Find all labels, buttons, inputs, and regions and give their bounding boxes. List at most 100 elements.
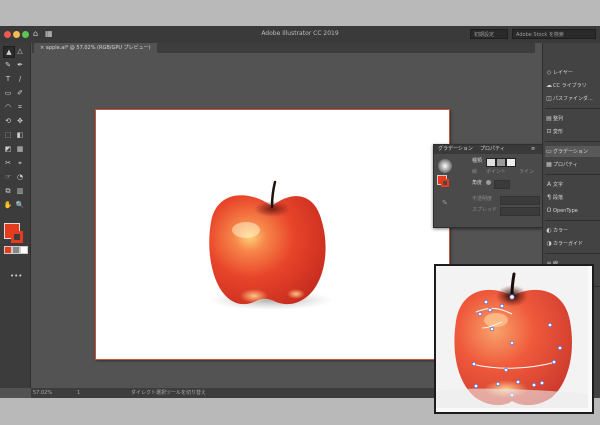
title-bar: ⌂ ▦ Adobe Illustrator CC 2019 初期設定 Adobe… xyxy=(0,26,600,43)
panel-icon: ⊡ xyxy=(546,128,552,135)
apple-mesh-closeup xyxy=(436,266,588,408)
panel-item[interactable]: ◫パスファインダ... xyxy=(545,93,600,104)
stock-search-input[interactable]: Adobe Stock を検索 xyxy=(512,29,596,39)
apple-bottom-highlight-left xyxy=(240,289,268,303)
tool-button[interactable]: ▥ xyxy=(15,186,25,196)
tool-button[interactable]: / xyxy=(15,74,25,84)
tool-button[interactable]: ⟲ xyxy=(3,116,13,126)
panel-icon: ◇ xyxy=(546,69,552,76)
tool-button[interactable]: ⌖ xyxy=(15,158,25,168)
none-mode-button[interactable] xyxy=(20,246,28,254)
angle-label: 角度 xyxy=(472,180,483,186)
workspace-switcher[interactable]: 初期設定 xyxy=(470,29,508,39)
panel-divider xyxy=(545,141,600,142)
location-label: スプレッド xyxy=(472,207,498,213)
tool-button[interactable]: ◧ xyxy=(15,130,25,140)
gradient-type-label: 種類 xyxy=(472,158,483,164)
panel-item-label: グラデーション xyxy=(553,149,588,155)
close-tab-icon[interactable]: × xyxy=(40,45,44,51)
freeform-gradient-button[interactable] xyxy=(506,158,516,167)
angle-dial-icon[interactable] xyxy=(486,180,491,185)
tool-button[interactable]: ✐ xyxy=(15,88,25,98)
panel-item-label: カラー xyxy=(553,228,569,234)
panel-item[interactable]: ◐カラー xyxy=(545,225,600,236)
opacity-label: 不透明度 xyxy=(472,196,493,202)
line-option[interactable]: ライン xyxy=(519,169,534,176)
panel-item-label: カラーガイド xyxy=(553,241,584,247)
panel-divider xyxy=(545,220,600,221)
panel-item-label: OpenType xyxy=(553,208,578,214)
panel-divider xyxy=(545,253,600,254)
document-tab[interactable]: × apple.ai* @ 57.02% (RGB/GPU プレビュー) xyxy=(34,43,157,53)
panel-item[interactable]: ▤整列 xyxy=(545,113,600,124)
document-tab-label: apple.ai* @ 57.02% (RGB/GPU プレビュー) xyxy=(45,45,151,51)
tool-button[interactable]: △ xyxy=(15,46,25,56)
tool-button[interactable]: 🔍 xyxy=(15,200,25,210)
tab-gradient[interactable]: グラデーション xyxy=(438,145,473,154)
tool-button[interactable]: ▦ xyxy=(15,144,25,154)
tool-button[interactable]: ▭ xyxy=(3,88,13,98)
toolbar: ••• ▲ △ ✎ ✒ T / ▭ ✐ ◠ ⌗ ⟲ ✥ ⬚ ◧ ◩ ▦ ✂ ⌖ ☞ ◔ ⧉ ▥ ✋ 🔍 xyxy=(0,43,31,388)
panel-item[interactable]: ▦プロパティ xyxy=(545,159,600,170)
fill-stroke-indicator[interactable] xyxy=(437,175,449,187)
tool-button[interactable]: ✒ xyxy=(15,60,25,70)
panel-icon: ▦ xyxy=(546,161,552,168)
status-tool-hint: ダイレクト選択ツールを切り替え xyxy=(131,390,207,396)
opacity-field[interactable] xyxy=(500,196,540,205)
tool-button[interactable]: ◔ xyxy=(15,172,25,182)
tab-properties[interactable]: プロパティ xyxy=(480,145,505,154)
gradient-preview-swatch[interactable] xyxy=(438,159,452,173)
more-tools-icon[interactable]: ••• xyxy=(10,271,22,281)
panel-icon: ▭ xyxy=(546,148,552,155)
panel-item[interactable]: ◇ レイヤー xyxy=(545,67,600,78)
panel-item[interactable]: ◑カラーガイド xyxy=(545,238,600,249)
tool-button[interactable]: ⧉ xyxy=(3,186,13,196)
panel-icon: ◑ xyxy=(546,240,552,247)
panel-item[interactable]: O OpenType xyxy=(545,205,600,216)
gradient-stroke-label: 線 xyxy=(472,169,478,175)
tool-button[interactable]: ▲ xyxy=(3,46,15,58)
panel-item[interactable]: ¶ 段落 xyxy=(545,192,600,203)
angle-field[interactable] xyxy=(494,180,510,189)
panel-menu-icon[interactable]: ≡ xyxy=(531,145,535,154)
tool-button[interactable]: ⬚ xyxy=(3,130,13,140)
artboard-number[interactable]: 1 xyxy=(77,388,80,398)
gradient-panel-tabs: グラデーション プロパティ ≡ xyxy=(434,145,542,154)
panel-item-label: 段落 xyxy=(553,195,564,201)
tool-button[interactable]: ☞ xyxy=(3,172,13,182)
eyedropper-icon[interactable]: ✎ xyxy=(442,199,448,207)
tool-button[interactable]: ◩ xyxy=(3,144,13,154)
gradient-mesh-inset xyxy=(434,264,594,414)
apple-bottom-highlight-right xyxy=(287,289,305,299)
radial-gradient-button[interactable] xyxy=(496,158,506,167)
location-field[interactable] xyxy=(500,207,540,216)
gradient-mode-button[interactable] xyxy=(12,246,20,254)
tool-button[interactable]: ✥ xyxy=(15,116,25,126)
tool-button[interactable]: ✂ xyxy=(3,158,13,168)
panel-item[interactable]: ☁CC ライブラリ xyxy=(545,80,600,91)
artboard[interactable] xyxy=(95,109,450,360)
panel-icon: ▤ xyxy=(546,115,552,122)
color-mode-button[interactable] xyxy=(4,246,12,254)
linear-gradient-button[interactable] xyxy=(486,158,496,167)
panel-icon: ☁ xyxy=(546,82,552,89)
tool-button[interactable]: ⌗ xyxy=(15,102,25,112)
document-tab-bar: × apple.ai* @ 57.02% (RGB/GPU プレビュー) xyxy=(32,43,535,53)
gradient-panel: グラデーション プロパティ ≡ 種類 線 ポイント ライン 角度 ✎ 不透明度 … xyxy=(433,144,543,228)
window-title: Adobe Illustrator CC 2019 xyxy=(261,30,339,37)
stroke-swatch[interactable] xyxy=(11,231,23,243)
tool-button[interactable]: ✎ xyxy=(3,60,13,70)
panel-icon: ◫ xyxy=(546,95,552,102)
panel-item-label: パスファインダ... xyxy=(553,96,593,102)
apple-artwork[interactable] xyxy=(96,110,449,359)
tool-button[interactable]: T xyxy=(3,74,13,84)
panel-item-label: 文字 xyxy=(553,182,564,188)
panel-item[interactable]: ▭グラデーション xyxy=(545,146,600,157)
panel-item-label: レイヤー xyxy=(553,70,573,76)
panel-item[interactable]: ⊡変形 xyxy=(545,126,600,137)
panel-item[interactable]: A 文字 xyxy=(545,179,600,190)
zoom-level[interactable]: 57.02% xyxy=(33,388,52,398)
tool-button[interactable]: ✋ xyxy=(3,200,13,210)
point-option[interactable]: ポイント xyxy=(486,169,506,176)
tool-button[interactable]: ◠ xyxy=(3,102,13,112)
